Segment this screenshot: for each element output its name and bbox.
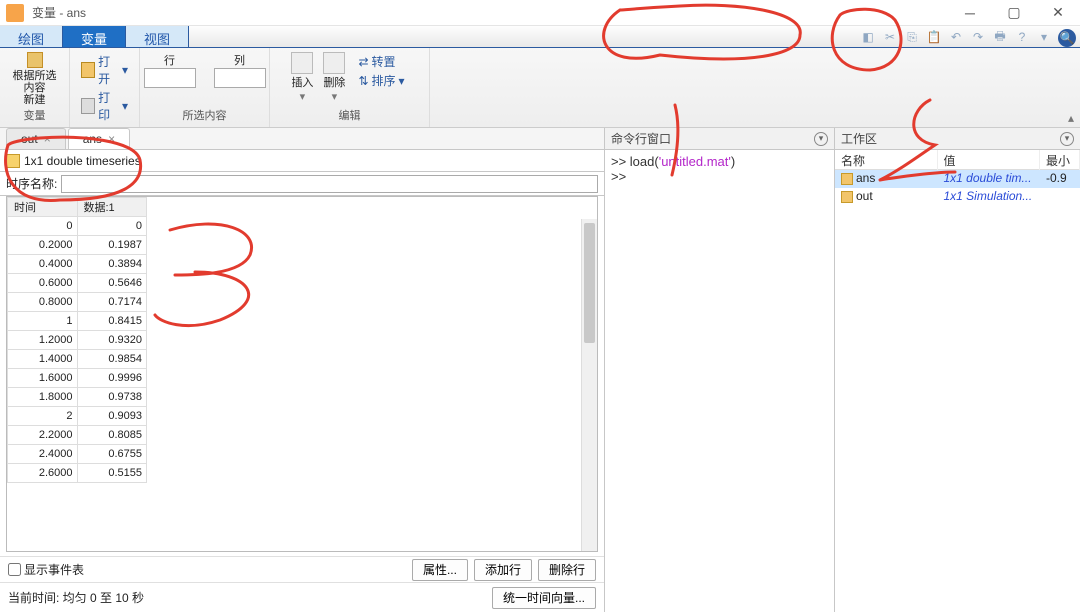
- table-row[interactable]: 10.8415: [8, 312, 147, 331]
- transpose-icon: ⇄: [358, 55, 368, 69]
- insert-label: 插入: [291, 74, 313, 90]
- table-row[interactable]: 0.40000.3894: [8, 255, 147, 274]
- ribbon-collapse-icon[interactable]: ▴: [1068, 111, 1074, 125]
- print-icon: [81, 98, 95, 114]
- workspace-row[interactable]: out1x1 Simulation...: [835, 188, 1080, 206]
- sequence-name-input[interactable]: [61, 175, 598, 193]
- col-label: 列: [214, 52, 266, 68]
- qat-icon[interactable]: 🖶: [992, 29, 1008, 45]
- cmd-prompt: >>: [611, 154, 630, 169]
- app-icon: [6, 4, 24, 22]
- table-row[interactable]: 1.20000.9320: [8, 331, 147, 350]
- maximize-button[interactable]: ▢: [992, 0, 1036, 26]
- command-window-panel: 命令行窗口 ▾ >> load('untitled.mat') >>: [605, 128, 835, 612]
- open-button[interactable]: 打开 ▾: [78, 52, 131, 88]
- qat-search-icon[interactable]: 🔍: [1058, 29, 1076, 47]
- close-icon[interactable]: ×: [44, 132, 51, 146]
- tab-view[interactable]: 视图: [126, 26, 189, 47]
- vertical-scrollbar[interactable]: [581, 219, 597, 551]
- ws-col-min[interactable]: 最小: [1040, 150, 1080, 171]
- data-table-container: 时间数据:1 000.20000.19870.40000.38940.60000…: [6, 196, 598, 552]
- show-events-checkbox[interactable]: 显示事件表: [8, 561, 84, 578]
- open-icon: [81, 62, 95, 78]
- main-tab-strip: 绘图 变量 视图 ◧ ✂ ⎘ 📋 ↶ ↷ 🖶 ? ▾ 🔍: [0, 26, 1080, 48]
- properties-button[interactable]: 属性...: [412, 559, 468, 581]
- print-button[interactable]: 打印 ▾: [78, 88, 131, 124]
- add-row-button[interactable]: 添加行: [474, 559, 532, 581]
- qat-icon[interactable]: ⎘: [904, 29, 920, 45]
- ribbon-group-selection-label: 所选内容: [183, 107, 227, 123]
- variable-type-label: 1x1 double timeseries: [24, 154, 141, 168]
- ribbon: 根据所选内容新建 变量 打开 ▾ 打印 ▾ 行 列 所选内容 插入▾ 删除▾ ⇄…: [0, 48, 1080, 128]
- sequence-name-label: 时序名称:: [6, 175, 57, 192]
- ws-col-value[interactable]: 值: [938, 150, 1041, 171]
- panel-options-icon[interactable]: ▾: [814, 132, 828, 146]
- workspace-title: 工作区: [841, 130, 877, 147]
- table-row[interactable]: 2.20000.8085: [8, 426, 147, 445]
- col-time[interactable]: 时间: [8, 198, 78, 217]
- variable-type-row: 1x1 double timeseries: [0, 150, 604, 172]
- table-row[interactable]: 2.60000.5155: [8, 464, 147, 483]
- panel-options-icon[interactable]: ▾: [1060, 132, 1074, 146]
- variable-tabs: out× ans×: [0, 128, 604, 150]
- ws-col-name[interactable]: 名称: [835, 150, 938, 171]
- new-from-selection-label: 根据所选内容新建: [8, 70, 61, 106]
- window-title: 变量 - ans: [32, 4, 86, 21]
- ribbon-group-edit-label: 编辑: [339, 107, 361, 123]
- qat-icon[interactable]: ✂: [882, 29, 898, 45]
- workspace-header: 名称 值 最小: [835, 150, 1080, 170]
- command-window-body[interactable]: >> load('untitled.mat') >>: [605, 150, 834, 188]
- qat-icon[interactable]: ↷: [970, 29, 986, 45]
- table-row[interactable]: 0.80000.7174: [8, 293, 147, 312]
- scrollbar-thumb[interactable]: [584, 223, 595, 343]
- variable-editor-panel: out× ans× 1x1 double timeseries 时序名称: 时间…: [0, 128, 605, 612]
- close-icon[interactable]: ×: [108, 132, 115, 146]
- table-row[interactable]: 1.60000.9996: [8, 369, 147, 388]
- transpose-button[interactable]: ⇄转置: [355, 52, 407, 71]
- qat-icon[interactable]: ↶: [948, 29, 964, 45]
- workspace-row[interactable]: ans1x1 double tim...-0.9: [835, 170, 1080, 188]
- tab-plot[interactable]: 绘图: [0, 26, 63, 47]
- table-row[interactable]: 0.60000.5646: [8, 274, 147, 293]
- delete-label: 删除: [323, 74, 345, 90]
- table-row[interactable]: 1.80000.9738: [8, 388, 147, 407]
- col-data[interactable]: 数据:1: [77, 198, 147, 217]
- quick-access-toolbar: ◧ ✂ ⎘ 📋 ↶ ↷ 🖶 ? ▾ 🔍: [860, 29, 1076, 47]
- delete-row-button[interactable]: 删除行: [538, 559, 596, 581]
- var-tab-out[interactable]: out×: [6, 128, 66, 149]
- show-events-check[interactable]: [8, 563, 21, 576]
- row-label: 行: [144, 52, 196, 68]
- sort-button[interactable]: ⇅排序 ▾: [355, 71, 407, 90]
- titlebar: 变量 - ans ─ ▢ ✕: [0, 0, 1080, 26]
- qat-dropdown-icon[interactable]: ▾: [1036, 29, 1052, 45]
- table-row[interactable]: 00: [8, 217, 147, 236]
- close-button[interactable]: ✕: [1036, 0, 1080, 26]
- workspace-panel: 工作区 ▾ 名称 值 最小 ans1x1 double tim...-0.9ou…: [835, 128, 1080, 612]
- window-controls: ─ ▢ ✕: [948, 0, 1080, 26]
- table-row[interactable]: 1.40000.9854: [8, 350, 147, 369]
- qat-icon[interactable]: ?: [1014, 29, 1030, 45]
- delete-icon[interactable]: [323, 52, 345, 74]
- sort-icon: ⇅: [358, 74, 368, 88]
- data-table[interactable]: 时间数据:1 000.20000.19870.40000.38940.60000…: [7, 197, 147, 483]
- table-row[interactable]: 20.9093: [8, 407, 147, 426]
- row-input[interactable]: [144, 68, 196, 88]
- ribbon-group-variable-label: 变量: [24, 107, 46, 123]
- minimize-button[interactable]: ─: [948, 0, 992, 26]
- qat-icon[interactable]: 📋: [926, 29, 942, 45]
- qat-icon[interactable]: ◧: [860, 29, 876, 45]
- current-time-label: 当前时间: 均匀 0 至 10 秒: [8, 589, 144, 606]
- col-input[interactable]: [214, 68, 266, 88]
- tab-variable[interactable]: 变量: [63, 26, 126, 47]
- command-window-title: 命令行窗口: [611, 130, 671, 147]
- new-variable-icon[interactable]: [27, 52, 43, 68]
- table-row[interactable]: 0.20000.1987: [8, 236, 147, 255]
- timeseries-icon: [6, 154, 20, 168]
- cmd-prompt: >>: [611, 169, 626, 184]
- table-row[interactable]: 2.40000.6755: [8, 445, 147, 464]
- var-tab-ans[interactable]: ans×: [68, 128, 130, 149]
- uniform-time-button[interactable]: 统一时间向量...: [492, 587, 596, 609]
- insert-icon[interactable]: [291, 52, 313, 74]
